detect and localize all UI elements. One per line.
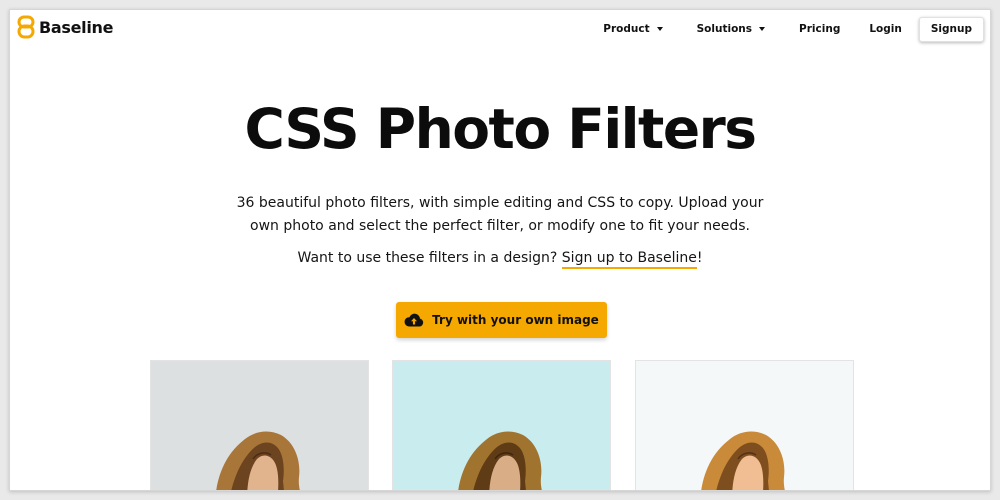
cloud-upload-icon bbox=[404, 313, 424, 327]
brand-logo[interactable]: Baseline bbox=[17, 15, 113, 39]
chevron-down-icon bbox=[759, 27, 766, 31]
photo-thumbnail bbox=[701, 431, 785, 490]
main-menu: Product Solutions Pricing Login Signup bbox=[603, 16, 984, 42]
nav-product-dropdown[interactable]: Product bbox=[603, 23, 663, 35]
signup-prompt: Want to use these filters in a design? S… bbox=[10, 250, 990, 269]
nav-product-label: Product bbox=[603, 23, 650, 35]
filter-preview-card[interactable] bbox=[150, 360, 369, 490]
baseline-logo-icon bbox=[17, 15, 35, 39]
signup-prompt-text: Want to use these filters in a design? bbox=[297, 250, 562, 266]
photo-thumbnail bbox=[458, 431, 542, 490]
brand-name: Baseline bbox=[39, 17, 114, 37]
upload-image-button[interactable]: Try with your own image bbox=[396, 302, 607, 338]
nav-login-link[interactable]: Login bbox=[869, 23, 902, 35]
upload-image-label: Try with your own image bbox=[432, 313, 599, 327]
nav-solutions-label: Solutions bbox=[696, 23, 753, 35]
chevron-down-icon bbox=[656, 27, 663, 31]
nav-solutions-dropdown[interactable]: Solutions bbox=[696, 23, 766, 35]
filter-preview-card[interactable] bbox=[635, 360, 854, 490]
hero-description-line-1: 36 beautiful photo filters, with simple … bbox=[236, 195, 764, 211]
signup-prompt-suffix: ! bbox=[696, 250, 703, 266]
photo-thumbnail bbox=[216, 431, 300, 490]
hero-description: 36 beautiful photo filters, with simple … bbox=[10, 192, 990, 238]
page-title: CSS Photo Filters bbox=[244, 97, 758, 161]
signup-button[interactable]: Signup bbox=[918, 16, 984, 42]
signup-link[interactable]: Sign up to Baseline bbox=[561, 250, 697, 269]
hero-description-line-2: own photo and select the perfect filter,… bbox=[250, 218, 750, 234]
top-navigation: Baseline Product Solutions Pricing Login… bbox=[10, 10, 990, 44]
filter-preview-card[interactable] bbox=[392, 360, 611, 490]
nav-pricing-link[interactable]: Pricing bbox=[799, 23, 840, 35]
browser-viewport: Baseline Product Solutions Pricing Login… bbox=[9, 9, 991, 491]
